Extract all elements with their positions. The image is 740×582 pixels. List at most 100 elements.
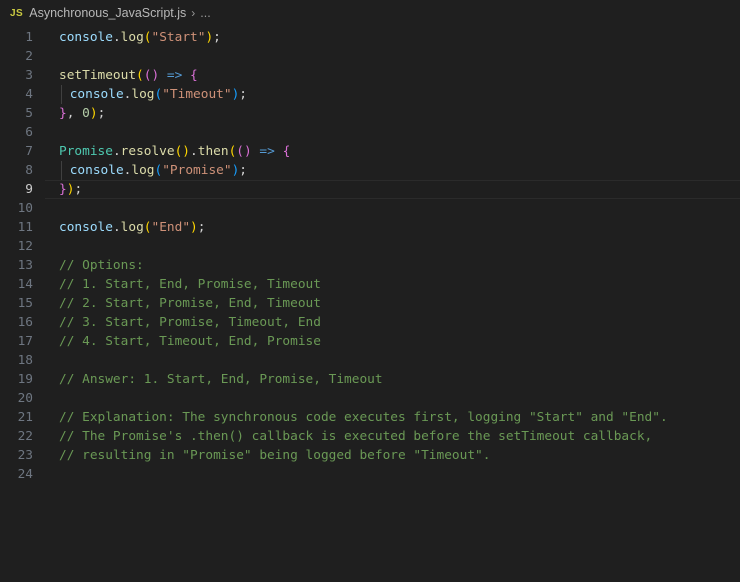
code-token: // Explanation: The synchronous code exe… — [59, 410, 668, 425]
code-token: log — [131, 163, 155, 178]
code-line[interactable]: 18 — [0, 351, 740, 370]
code-token: ; — [239, 163, 247, 178]
code-token: } — [59, 182, 67, 197]
chevron-right-icon: › — [191, 6, 196, 20]
code-line[interactable]: 14 // 1. Start, End, Promise, Timeout — [0, 275, 740, 294]
code-line[interactable]: 19 // Answer: 1. Start, End, Promise, Tim… — [0, 370, 740, 389]
code-token: setTimeout — [59, 68, 137, 83]
line-number: 18 — [17, 353, 33, 368]
line-code: console.log("Start"); — [59, 28, 221, 47]
code-token: } — [59, 106, 67, 121]
code-token: . — [112, 220, 121, 235]
code-line[interactable]: 7 Promise.resolve().then(() => { — [0, 142, 740, 161]
code-token: log — [120, 220, 144, 235]
code-line[interactable]: 10 — [0, 199, 740, 218]
line-number: 23 — [17, 448, 33, 463]
line-number: 8 — [25, 163, 33, 178]
indent-guide — [61, 161, 62, 180]
code-token: ; — [239, 87, 247, 102]
line-number: 24 — [17, 467, 33, 482]
code-token: { — [282, 144, 291, 159]
line-number: 16 — [17, 315, 33, 330]
code-token: 0 — [82, 106, 90, 121]
line-number: 3 — [25, 68, 33, 83]
line-code: // resulting in "Promise" being logged b… — [59, 446, 490, 465]
code-token: ; — [97, 106, 106, 121]
line-number: 20 — [17, 391, 33, 406]
line-code: // 1. Start, End, Promise, Timeout — [59, 275, 321, 294]
code-token: => — [259, 144, 275, 159]
line-code: }, 0); — [59, 104, 105, 123]
line-code: console.log("Timeout"); — [59, 85, 247, 104]
code-token: ; — [74, 182, 83, 197]
code-token: console — [69, 163, 124, 178]
code-token: "Start" — [151, 30, 206, 45]
code-line[interactable]: 11 console.log("End"); — [0, 218, 740, 237]
code-token: ) — [190, 220, 198, 235]
code-line[interactable]: 6 — [0, 123, 740, 142]
line-code: Promise.resolve().then(() => { — [59, 142, 290, 161]
line-code: // Explanation: The synchronous code exe… — [59, 408, 668, 427]
code-token: "Timeout" — [162, 87, 232, 102]
line-code: console.log("End"); — [59, 218, 205, 237]
code-token: ) — [89, 106, 98, 121]
indent-guide — [61, 85, 62, 104]
code-token: () — [143, 68, 160, 83]
code-line[interactable]: 2 — [0, 47, 740, 66]
code-token: "End" — [151, 220, 191, 235]
code-token: log — [131, 87, 155, 102]
code-line[interactable]: 23 // resulting in "Promise" being logged… — [0, 446, 740, 465]
line-code: // The Promise's .then() callback is exe… — [59, 427, 652, 446]
code-line[interactable]: 21 // Explanation: The synchronous code e… — [0, 408, 740, 427]
code-token: () — [174, 144, 191, 159]
code-line[interactable]: 17 // 4. Start, Timeout, End, Promise — [0, 332, 740, 351]
breadcrumb-file[interactable]: Asynchronous_JavaScript.js — [29, 6, 186, 20]
code-token: . — [190, 144, 198, 159]
code-token: => — [166, 68, 183, 83]
line-number: 12 — [17, 239, 33, 254]
code-token: // Answer: 1. Start, End, Promise, Timeo… — [59, 372, 383, 387]
code-line[interactable]: 4 console.log("Timeout"); — [0, 85, 740, 104]
line-number: 10 — [17, 201, 33, 216]
code-token: console — [69, 87, 124, 102]
code-token: log — [120, 30, 144, 45]
code-line[interactable]: 20 — [0, 389, 740, 408]
code-token: ( — [143, 30, 152, 45]
code-line[interactable]: 1 console.log("Start"); — [0, 28, 740, 47]
code-editor[interactable]: JS Asynchronous_JavaScript.js › ... 1 con… — [0, 0, 740, 582]
code-line[interactable]: 3 setTimeout(() => { — [0, 66, 740, 85]
line-number: 19 — [17, 372, 33, 387]
line-code: setTimeout(() => { — [59, 66, 198, 85]
code-line[interactable]: 5}, 0); — [0, 104, 740, 123]
line-number: 2 — [25, 49, 33, 64]
line-code: // 4. Start, Timeout, End, Promise — [59, 332, 321, 351]
code-token: // 1. Start, End, Promise, Timeout — [59, 277, 321, 292]
code-line[interactable]: 22 // The Promise's .then() callback is e… — [0, 427, 740, 446]
code-token: , — [66, 106, 83, 121]
code-token: . — [112, 144, 121, 159]
line-number: 9 — [25, 182, 33, 197]
breadcrumb-more[interactable]: ... — [200, 6, 210, 20]
code-line[interactable]: 15 // 2. Start, Promise, End, Timeout — [0, 294, 740, 313]
line-number: 14 — [17, 277, 33, 292]
line-code: }); — [59, 180, 82, 199]
code-line[interactable]: 12 — [0, 237, 740, 256]
code-line[interactable]: 13 // Options: — [0, 256, 740, 275]
code-line[interactable]: 9}); — [0, 180, 740, 199]
code-token: ( — [136, 68, 144, 83]
code-token: // resulting in "Promise" being logged b… — [59, 448, 491, 463]
code-line[interactable]: 8 console.log("Promise"); — [0, 161, 740, 180]
code-token: resolve — [120, 144, 175, 159]
code-token: Promise — [59, 144, 113, 159]
code-token: console — [59, 30, 113, 45]
line-code: // Answer: 1. Start, End, Promise, Timeo… — [59, 370, 383, 389]
code-token: console — [59, 220, 113, 235]
code-token: "Promise" — [162, 163, 232, 178]
code-line[interactable]: 24 — [0, 465, 740, 484]
code-line[interactable]: 16 // 3. Start, Promise, Timeout, End — [0, 313, 740, 332]
code-token: then — [197, 144, 229, 159]
code-token: // Options: — [59, 258, 144, 273]
code-lines[interactable]: 1 console.log("Start"); 2 3 setTimeout(() =>… — [0, 28, 740, 484]
